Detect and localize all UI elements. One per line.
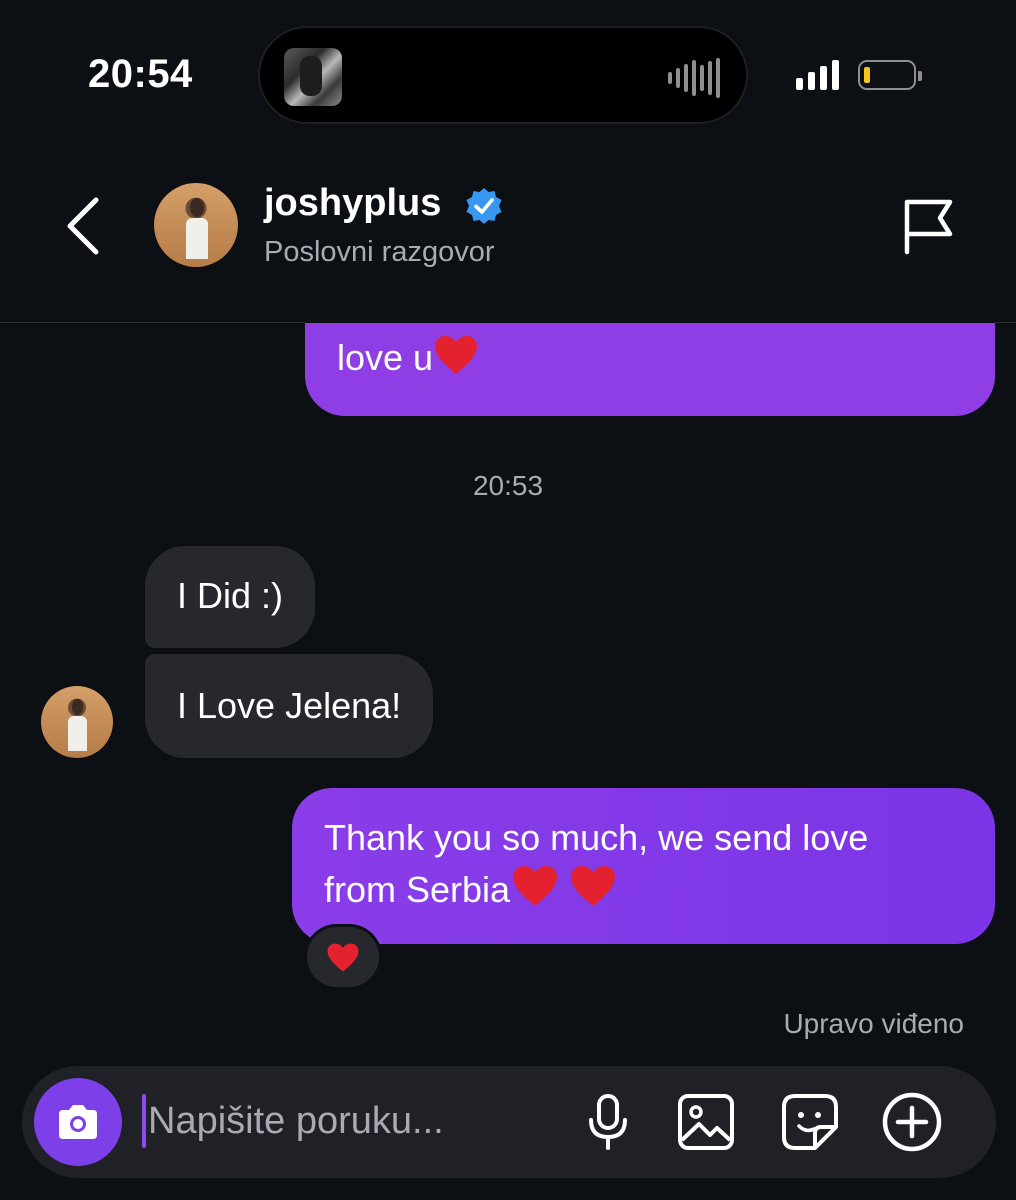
sticker-icon	[782, 1094, 838, 1150]
incoming-message-bubble[interactable]: I Love Jelena!	[145, 654, 434, 758]
text-cursor	[142, 1094, 146, 1148]
heart-emoji	[510, 864, 560, 922]
sticker-button[interactable]	[778, 1090, 842, 1154]
gallery-button[interactable]	[674, 1090, 738, 1154]
microphone-button[interactable]	[576, 1090, 640, 1154]
verified-badge-icon	[466, 188, 502, 224]
dynamic-island[interactable]	[258, 26, 748, 124]
message-text-line: from Serbia	[324, 864, 963, 922]
camera-icon	[59, 1105, 97, 1139]
microphone-icon	[589, 1094, 627, 1150]
sender-avatar[interactable]	[41, 686, 113, 758]
scroll-clip-mask	[305, 290, 995, 323]
conversation-type-label: Poslovni razgovor	[264, 236, 495, 268]
report-flag-icon[interactable]	[902, 196, 956, 256]
message-text: love u	[337, 337, 434, 378]
heart-emoji	[433, 334, 479, 390]
image-gallery-icon	[678, 1094, 734, 1150]
heart-reaction[interactable]	[304, 924, 382, 990]
heart-emoji	[327, 942, 359, 972]
message-text-line: Thank you so much, we send love	[324, 817, 869, 858]
cellular-signal-icon	[796, 60, 839, 90]
outgoing-message-bubble[interactable]: Thank you so much, we send love from Ser…	[292, 788, 995, 944]
seen-status: Upravo viđeno	[783, 1008, 964, 1039]
message-timestamp: 20:53	[472, 470, 544, 501]
battery-icon	[858, 60, 922, 90]
message-composer	[22, 1066, 996, 1178]
audio-waveform-icon	[668, 58, 720, 98]
incoming-message-bubble[interactable]: I Did :)	[145, 546, 316, 648]
status-time: 20:54	[88, 52, 193, 96]
camera-button[interactable]	[34, 1078, 122, 1166]
back-chevron-icon[interactable]	[64, 196, 104, 256]
message-text: from Serbia	[324, 869, 511, 910]
more-options-button[interactable]	[880, 1090, 944, 1154]
message-input[interactable]	[148, 1090, 548, 1152]
now-playing-artwork[interactable]	[284, 48, 342, 106]
contact-avatar[interactable]	[154, 183, 238, 267]
plus-circle-icon	[882, 1092, 942, 1152]
contact-username[interactable]: joshyplus	[264, 182, 441, 225]
heart-emoji	[568, 864, 618, 922]
